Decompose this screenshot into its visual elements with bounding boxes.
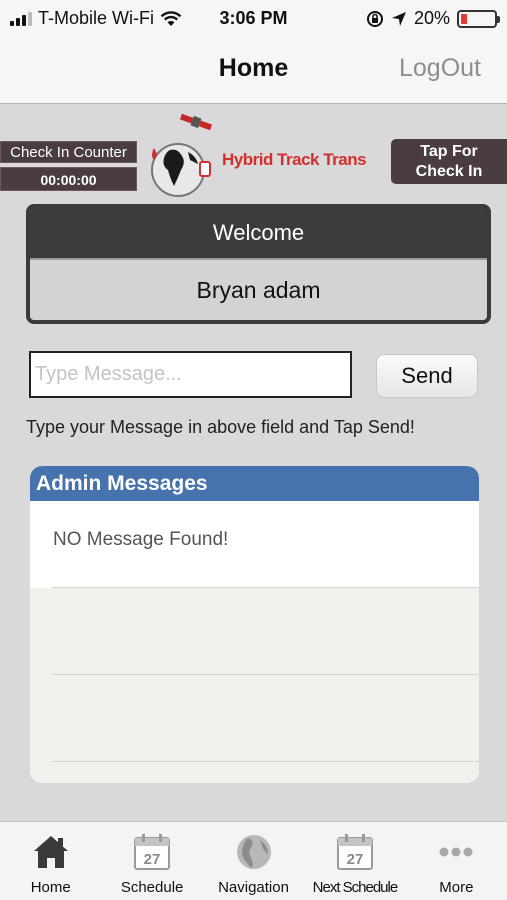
admin-messages-empty: NO Message Found!: [30, 501, 479, 588]
tab-bar: Home 27 Schedule Navigation 27 Next Sche…: [0, 821, 507, 900]
logout-button[interactable]: LogOut: [399, 54, 481, 83]
location-arrow-icon: [391, 11, 406, 26]
tab-more[interactable]: More: [406, 822, 507, 900]
welcome-heading: Welcome: [30, 208, 487, 258]
list-divider: [52, 587, 479, 588]
checkin-button-line2: Check In: [415, 163, 483, 180]
admin-messages-heading: Admin Messages: [30, 466, 479, 501]
list-divider: [52, 761, 479, 762]
checkin-button-line1: Tap For: [420, 143, 478, 160]
calendar-icon: 27: [336, 834, 373, 870]
admin-messages-panel: Admin Messages NO Message Found!: [30, 466, 479, 783]
message-hint: Type your Message in above field and Tap…: [26, 417, 415, 437]
status-right: 20%: [366, 8, 500, 29]
globe-icon: [236, 835, 271, 869]
logo-text: Hybrid Track Trans: [222, 150, 367, 169]
battery-percent: 20%: [413, 8, 450, 28]
tab-schedule-label: Schedule: [120, 879, 184, 896]
send-button[interactable]: Send: [376, 354, 478, 398]
calendar-badge: 27: [347, 851, 364, 868]
status-bar: T-Mobile Wi-Fi 3:06 PM 20%: [0, 0, 507, 36]
tab-schedule[interactable]: 27 Schedule: [101, 822, 202, 900]
message-input[interactable]: [29, 351, 352, 398]
welcome-user-name: Bryan adam: [30, 258, 487, 320]
welcome-card: Welcome Bryan adam: [26, 204, 491, 324]
checkin-counter-label: Check In Counter: [0, 141, 137, 163]
list-divider: [52, 674, 479, 675]
battery-icon: [457, 9, 500, 28]
rotation-lock-icon: [366, 10, 383, 27]
tab-home-label: Home: [30, 879, 71, 896]
checkin-counter-value: 00:00:00: [0, 167, 137, 191]
tab-navigation-label: Navigation: [218, 879, 289, 896]
tab-more-label: More: [439, 879, 474, 896]
calendar-badge: 27: [144, 851, 161, 868]
tab-next-schedule[interactable]: 27 Next Schedule: [304, 822, 405, 900]
tab-navigation[interactable]: Navigation: [203, 822, 304, 900]
nav-bar: Home LogOut: [0, 36, 507, 104]
calendar-icon: 27: [134, 834, 171, 870]
battery-level: [461, 13, 468, 24]
tab-home[interactable]: Home: [0, 822, 101, 900]
tap-for-checkin-button[interactable]: Tap For Check In: [391, 139, 507, 184]
home-icon: [33, 836, 68, 868]
tab-next-schedule-label: Next Schedule: [312, 879, 399, 896]
more-icon: [439, 847, 473, 857]
